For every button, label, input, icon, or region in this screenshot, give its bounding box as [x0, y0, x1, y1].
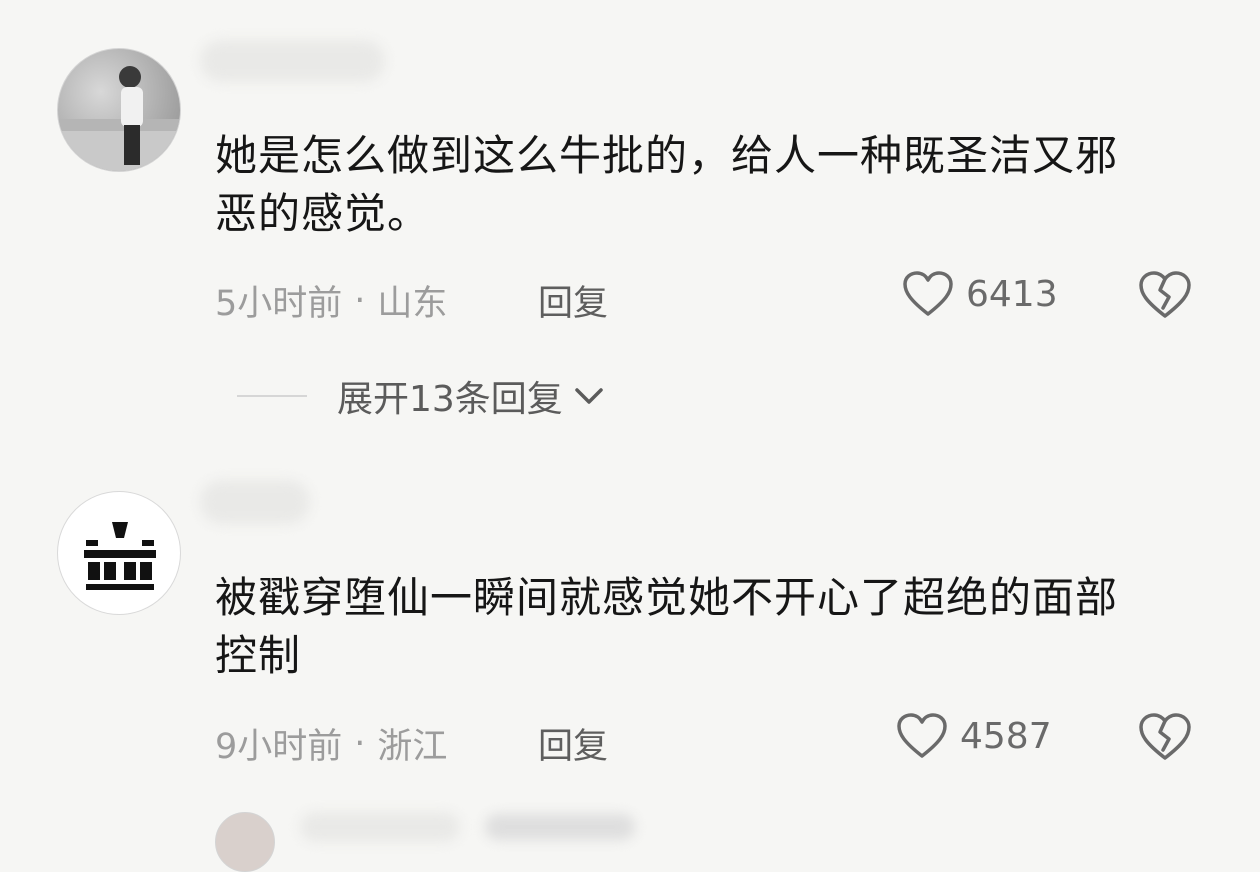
broken-heart-icon	[1139, 713, 1191, 760]
comment-time: 5小时前	[215, 284, 343, 324]
comment-text: 她是怎么做到这么牛批的，给人一种既圣洁又邪 恶的感觉。	[215, 127, 1215, 243]
like-button[interactable]: 4587	[896, 712, 1052, 760]
dislike-button[interactable]	[1138, 270, 1192, 324]
expand-divider	[237, 395, 307, 397]
comment-text-line: 恶的感觉。	[215, 189, 431, 238]
like-count: 6413	[966, 273, 1058, 315]
reply-button[interactable]: 回复	[538, 718, 608, 769]
comment-text-line: 被戳穿堕仙一瞬间就感觉她不开心了超绝的面部	[215, 573, 1119, 622]
avatar[interactable]	[215, 812, 275, 872]
comment-text-line: 控制	[215, 631, 302, 680]
dislike-button[interactable]	[1138, 712, 1192, 766]
meta-separator: ·	[354, 723, 366, 764]
username-blur	[300, 812, 460, 842]
comment-location: 山东	[377, 284, 448, 324]
expand-replies[interactable]: 展开13条回复	[237, 370, 609, 422]
expand-replies-label: 展开13条回复	[337, 379, 563, 420]
avatar-photo-icon	[58, 66, 180, 171]
avatar[interactable]	[57, 491, 181, 615]
comment-text: 被戳穿堕仙一瞬间就感觉她不开心了超绝的面部 控制	[215, 569, 1215, 685]
username-blur	[200, 480, 310, 524]
heart-outline-icon	[897, 713, 947, 758]
reply-button[interactable]: 回复	[538, 275, 608, 326]
avatar[interactable]	[57, 48, 181, 172]
comment-meta: 9小时前 · 浙江	[215, 718, 447, 769]
meta-separator: ·	[354, 280, 366, 321]
username-blur	[485, 814, 635, 840]
broken-heart-icon	[1139, 271, 1191, 318]
like-button[interactable]: 6413	[902, 270, 1058, 318]
comment-location: 浙江	[377, 727, 448, 767]
like-count: 4587	[960, 715, 1052, 757]
comment-text-line: 她是怎么做到这么牛批的，给人一种既圣洁又邪	[215, 131, 1119, 180]
comment-meta: 5小时前 · 山东	[215, 275, 447, 326]
comment-time: 9小时前	[215, 727, 343, 767]
heart-outline-icon	[903, 271, 953, 316]
chevron-down-icon	[575, 388, 603, 404]
logo-avatar-icon	[84, 522, 156, 590]
username-blur	[200, 40, 385, 82]
